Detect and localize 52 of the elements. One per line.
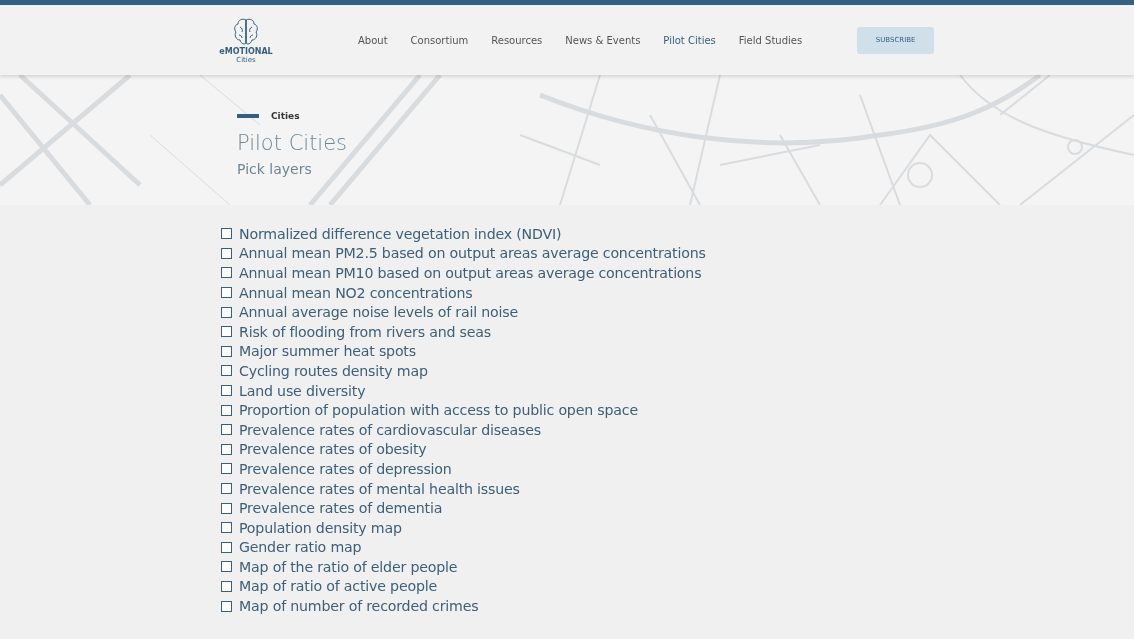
nav-link[interactable]: Pilot Cities (663, 34, 716, 46)
brain-icon (231, 16, 261, 47)
layer-label[interactable]: Risk of flooding from rivers and seas (239, 323, 492, 340)
checkbox[interactable] (221, 522, 232, 534)
layer-label[interactable]: Prevalence rates of obesity (239, 441, 427, 458)
checkbox[interactable] (221, 502, 232, 514)
checkbox[interactable] (221, 365, 232, 377)
layer-label[interactable]: Annual mean PM2.5 based on output areas average concentrations (239, 245, 706, 262)
checkbox[interactable] (221, 463, 232, 475)
layer-label[interactable]: Annual mean PM10 based on output areas average concentrations (239, 265, 702, 281)
layer-label[interactable]: Gender ratio map (239, 539, 362, 556)
nav-link[interactable]: Field Studies (738, 34, 803, 46)
layer-label[interactable]: Map of number of recorded crimes (239, 598, 479, 615)
checkbox[interactable] (221, 287, 232, 299)
logo-name: eMOTIONAL (219, 46, 273, 56)
layer-label[interactable]: Map of the ratio of elder people (239, 558, 458, 575)
layer-label[interactable]: Prevalence rates of mental health issues (239, 480, 520, 497)
checkbox[interactable] (221, 600, 232, 612)
layer-label[interactable]: Prevalence rates of depression (239, 460, 452, 477)
page-title: Pilot Cities (237, 131, 349, 155)
layer-label[interactable]: Cycling routes density map (239, 362, 428, 379)
checkbox[interactable] (221, 385, 232, 397)
layer-label[interactable]: Prevalence rates of cardiovascular diseases (239, 421, 541, 438)
checkbox[interactable] (221, 541, 232, 553)
checkbox[interactable] (221, 561, 232, 573)
layer-label[interactable]: Major summer heat spots (239, 343, 416, 360)
page-subtitle: Pick layers (237, 161, 313, 177)
nav-link[interactable]: News & Events (565, 34, 641, 46)
layer-label[interactable]: Population density map (239, 519, 402, 536)
layer-label[interactable]: Land use diversity (239, 382, 366, 399)
checkbox[interactable] (221, 247, 232, 259)
checkbox[interactable] (221, 483, 232, 494)
checkbox[interactable] (221, 267, 232, 279)
checkbox[interactable] (221, 581, 232, 592)
accent-bar (237, 114, 259, 118)
checkbox[interactable] (221, 345, 232, 357)
checkbox[interactable] (221, 326, 232, 338)
layer-label[interactable]: Annual mean NO2 concentrations (239, 284, 473, 301)
layer-label[interactable]: Prevalence rates of dementia (239, 500, 443, 517)
layer-label[interactable]: Annual average noise levels of rail noise (239, 304, 518, 321)
layer-label[interactable]: Proportion of population with access to public open space (239, 402, 638, 419)
checkbox[interactable] (221, 443, 232, 455)
layer-label[interactable]: Map of ratio of active people (239, 578, 437, 595)
checkbox[interactable] (221, 404, 232, 416)
checkbox[interactable] (221, 424, 232, 436)
nav-link[interactable]: About (358, 34, 388, 46)
checkbox[interactable] (221, 228, 232, 240)
section-label: Cities (271, 111, 300, 121)
checkbox[interactable] (221, 306, 232, 318)
nav-link[interactable]: Resources (491, 34, 543, 46)
nav-link[interactable]: Consortium (410, 34, 469, 46)
layer-label[interactable]: Normalized difference vegetation index (NDVI) (239, 225, 562, 242)
